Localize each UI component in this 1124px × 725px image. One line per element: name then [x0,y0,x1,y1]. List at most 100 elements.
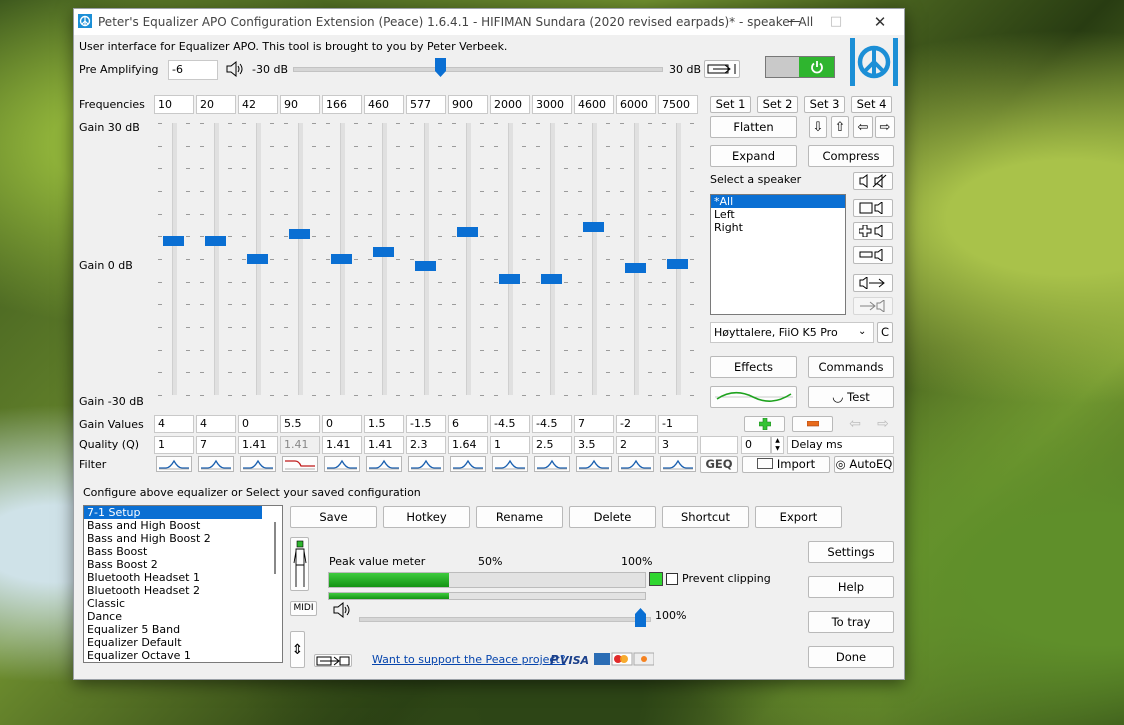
gain-slider-track[interactable] [550,123,555,395]
quality-input[interactable]: 2 [616,436,656,454]
frequency-input[interactable]: 900 [448,95,488,114]
frequency-input[interactable]: 460 [364,95,404,114]
frequency-input[interactable]: 20 [196,95,236,114]
config-list-item[interactable]: Equalizer Default [84,636,282,649]
title-bar[interactable]: Peter's Equalizer APO Configuration Exte… [74,9,904,35]
gain-value-input[interactable]: -4.5 [532,415,572,433]
speaker-list-item[interactable]: *All [711,195,845,208]
extra-q-box[interactable] [700,436,738,454]
quality-input[interactable]: 1 [490,436,530,454]
up-down-arrows-button[interactable]: ⇕ [290,631,305,668]
expand-button[interactable]: Expand [710,145,797,167]
speaker-square-button[interactable] [853,199,893,217]
delay-spinner[interactable]: ▲ ▼ [771,436,784,454]
support-link[interactable]: Want to support the Peace project? [372,653,566,666]
arrow-right-button[interactable]: ⇨ [875,116,895,138]
filter-type-button[interactable] [534,456,570,472]
remove-band-button[interactable] [792,416,833,432]
gain-slider-track[interactable] [214,123,219,395]
gain-slider-track[interactable] [382,123,387,395]
frequency-input[interactable]: 7500 [658,95,698,114]
help-button[interactable]: Help [808,576,894,598]
filter-type-button[interactable] [576,456,612,472]
set-2-button[interactable]: Set 2 [757,96,798,113]
pre-amp-slider-thumb[interactable] [435,58,446,77]
filter-type-button[interactable] [366,456,402,472]
arrow-up-button[interactable]: ⇧ [831,116,849,138]
gain-slider-track[interactable] [298,123,303,395]
gain-slider-thumb[interactable] [289,229,310,240]
midi-button[interactable]: MIDI [290,601,317,616]
gain-value-input[interactable]: -1 [658,415,698,433]
gain-value-input[interactable]: 4 [154,415,194,433]
gain-value-input[interactable]: 4 [196,415,236,433]
curve-view-button[interactable] [710,386,797,408]
gain-slider-thumb[interactable] [625,263,646,274]
frequency-input[interactable]: 166 [322,95,362,114]
gain-slider-thumb[interactable] [247,254,268,264]
quality-input[interactable]: 1.64 [448,436,488,454]
flatten-button[interactable]: Flatten [710,116,797,138]
gain-slider-track[interactable] [424,123,429,395]
arrow-down-button[interactable]: ⇩ [809,116,827,138]
device-c-button[interactable]: C [877,322,893,343]
frequency-input[interactable]: 3000 [532,95,572,114]
shortcut-button[interactable]: Shortcut [662,506,749,528]
maximize-button[interactable]: □ [816,11,856,33]
arrow-left-button[interactable]: ⇦ [853,116,873,138]
gain-slider-thumb[interactable] [457,226,478,237]
gain-slider-thumb[interactable] [415,260,436,271]
quality-input[interactable]: 1.41 [238,436,278,454]
filter-type-button[interactable] [492,456,528,472]
filter-type-button[interactable] [324,456,360,472]
gain-value-input[interactable]: 7 [574,415,614,433]
autoeq-button[interactable]: ◎ AutoEQ [834,456,894,473]
set-3-button[interactable]: Set 3 [804,96,845,113]
config-list[interactable]: 7-1 Setup Bass and High Boost Bass and Hig… [83,505,283,663]
minimize-button[interactable]: — [774,11,814,33]
quality-input[interactable]: 2.5 [532,436,572,454]
speaker-list-item[interactable]: Right [711,221,845,234]
gain-slider-thumb[interactable] [583,222,604,233]
gain-slider-thumb[interactable] [499,274,520,285]
rename-button[interactable]: Rename [476,506,563,528]
volume-slider-thumb[interactable] [635,608,646,627]
person-figure-button[interactable] [290,537,309,591]
quality-input[interactable]: 3.5 [574,436,614,454]
prevent-clipping-checkbox[interactable] [666,573,678,585]
delay-input[interactable]: 0 [741,436,771,454]
gain-value-input[interactable]: 5.5 [280,415,320,433]
config-list-item[interactable]: Bass and High Boost [84,519,282,532]
filter-type-button[interactable] [660,456,696,472]
speaker-route-button[interactable] [853,274,893,292]
set-4-button[interactable]: Set 4 [851,96,892,113]
gain-slider-track[interactable] [172,123,177,395]
gain-slider-track[interactable] [466,123,471,395]
quality-input[interactable]: 1.41 [280,436,320,454]
gain-slider-thumb[interactable] [331,254,352,264]
frequency-input[interactable]: 2000 [490,95,530,114]
import-button[interactable]: Import [742,456,830,473]
filter-type-button[interactable] [618,456,654,472]
filter-type-button[interactable] [198,456,234,472]
set-1-button[interactable]: Set 1 [710,96,751,113]
speaker-mute-button[interactable] [853,172,893,190]
compress-button[interactable]: Compress [808,145,894,167]
config-list-item[interactable]: Equalizer 5 Band [84,623,282,636]
config-list-item[interactable]: Equalizer Octave 1 [84,649,282,662]
gain-slider-thumb[interactable] [667,258,688,269]
filter-type-button[interactable] [156,456,192,472]
settings-button[interactable]: Settings [808,541,894,563]
frequency-input[interactable]: 90 [280,95,320,114]
speaker-list-item[interactable]: Left [711,208,845,221]
device-select[interactable]: Høyttalere, FiiO K5 Pro ⌄ [710,322,874,343]
output-button[interactable] [704,60,740,78]
gain-value-input[interactable]: 0 [238,415,278,433]
add-band-button[interactable] [744,416,785,432]
frequency-input[interactable]: 577 [406,95,446,114]
gain-value-input[interactable]: 6 [448,415,488,433]
config-list-item[interactable]: Classic [84,597,282,610]
config-list-item[interactable]: 7-1 Setup [84,506,262,519]
to-tray-button[interactable]: To tray [808,611,894,633]
quality-input[interactable]: 7 [196,436,236,454]
